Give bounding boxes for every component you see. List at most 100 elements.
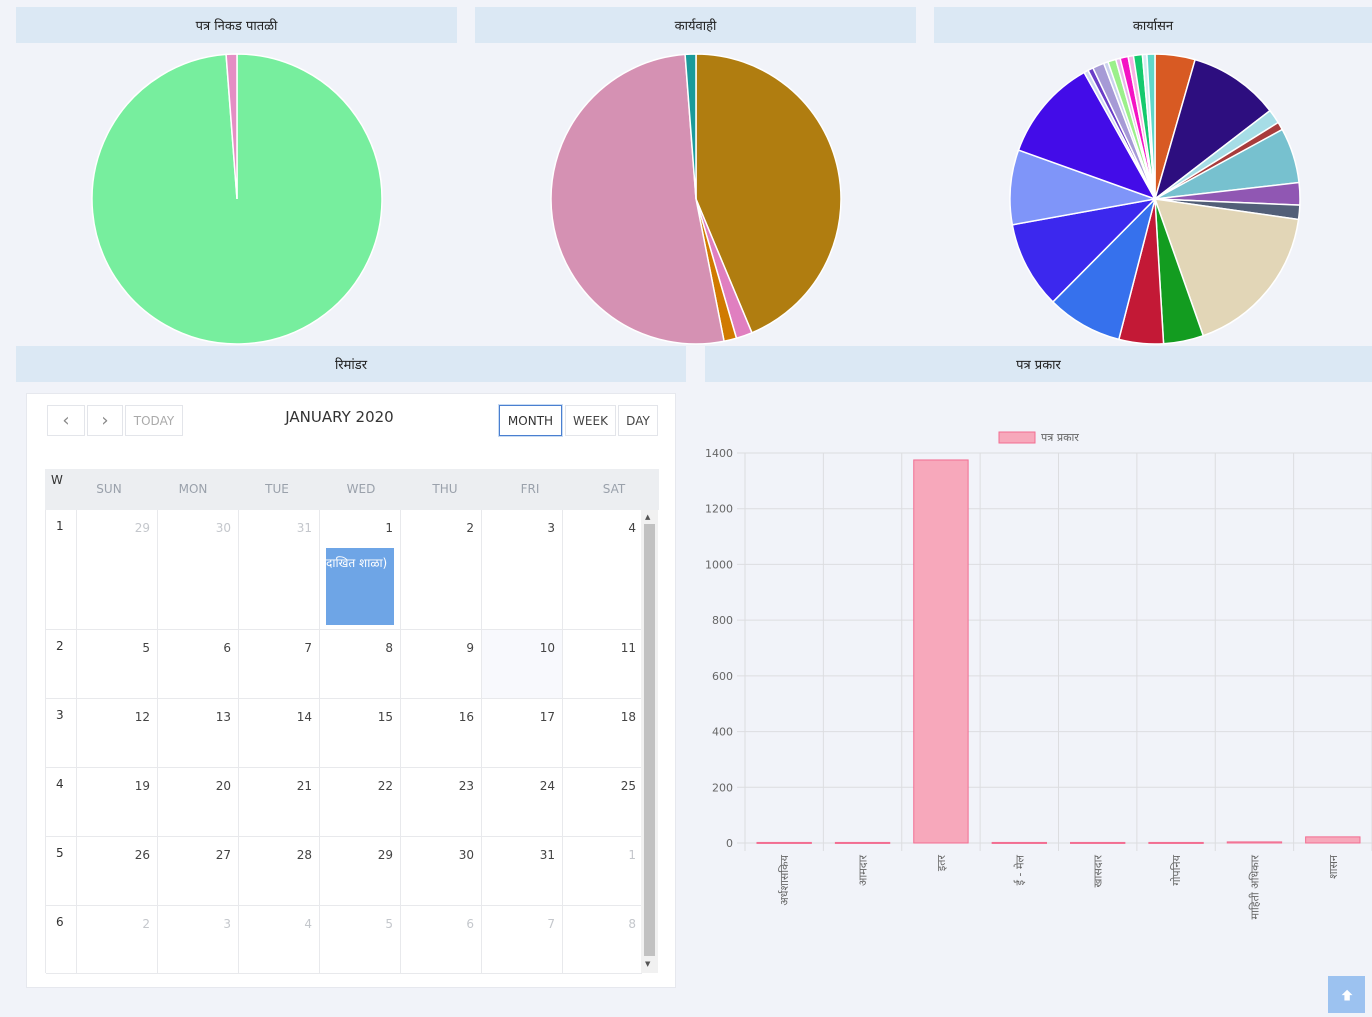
bar[interactable] (1070, 841, 1126, 844)
calendar-day-cell[interactable]: 31 (238, 510, 319, 629)
calendar-day-cell[interactable]: 18 (562, 699, 643, 767)
next-button[interactable]: › (87, 405, 123, 436)
week-view-button[interactable]: WEEK (565, 405, 616, 436)
day-name: MON (178, 482, 208, 496)
pie3-header: कार्यासन (934, 7, 1372, 43)
calendar-day-cell[interactable]: 31 (481, 837, 562, 905)
x-tick-label: खासदार (1092, 855, 1105, 888)
y-tick-label: 600 (712, 670, 733, 683)
calendar-panel-title: रिमांडर (334, 358, 368, 373)
calendar-day-cell[interactable]: 1 (562, 837, 643, 905)
calendar-day-cell[interactable]: 13 (157, 699, 238, 767)
day-number: 8 (385, 641, 393, 655)
day-number: 5 (385, 917, 393, 931)
calendar-day-cell[interactable]: 23 (400, 768, 481, 836)
calendar-day-cell[interactable]: 30 (157, 510, 238, 629)
calendar-day-cell[interactable]: 9 (400, 630, 481, 698)
calendar-week-row: 5 26 27 28 29 30 31 1 (46, 837, 642, 906)
calendar-day-cell[interactable]: 28 (238, 837, 319, 905)
pie-chart-action[interactable] (549, 52, 843, 346)
scroll-top-button[interactable] (1328, 976, 1365, 1013)
calendar-day-cell[interactable]: 5 (76, 630, 157, 698)
calendar-day-cell[interactable]: 3 (157, 906, 238, 973)
bar[interactable] (1148, 841, 1204, 844)
calendar-day-cell[interactable]: 7 (481, 906, 562, 973)
week-label: WEEK (573, 413, 608, 428)
calendar-day-cell[interactable]: 3 (481, 510, 562, 629)
day-number: 6 (466, 917, 474, 931)
bar[interactable] (991, 841, 1047, 844)
day-number: 1 (628, 848, 636, 862)
day-number: 16 (458, 710, 474, 724)
bar[interactable] (756, 841, 812, 844)
calendar-day-cell[interactable]: 4 (562, 510, 643, 629)
week-number: 6 (56, 915, 64, 929)
day-number: 10 (539, 641, 555, 655)
calendar-day-cell[interactable]: 29 (76, 510, 157, 629)
day-number: 4 (628, 521, 636, 535)
calendar-day-cell[interactable]: 26 (76, 837, 157, 905)
calendar-day-cell[interactable]: 14 (238, 699, 319, 767)
calendar-day-cell[interactable]: 16 (400, 699, 481, 767)
day-view-button[interactable]: DAY (618, 405, 658, 436)
calendar-grid: 1 29 30 31 1 दाखित शाळा) 2 3 4 2 5 6 7 8 9 10 11 3 12 13 14 1… (45, 510, 643, 974)
calendar-day-cell[interactable]: 6 (400, 906, 481, 973)
calendar-day-cell[interactable]: 15 (319, 699, 400, 767)
calendar-day-cell[interactable]: 24 (481, 768, 562, 836)
scroll-down-icon[interactable]: ▼ (645, 960, 650, 968)
legend-label[interactable]: पत्र प्रकार (1041, 431, 1079, 444)
today-button[interactable]: TODAY (125, 405, 183, 436)
calendar-event[interactable]: दाखित शाळा) (326, 548, 394, 625)
x-tick-label: अर्धशासकिय (778, 854, 791, 905)
calendar-day-cell[interactable]: 17 (481, 699, 562, 767)
calendar-day-cell[interactable]: 25 (562, 768, 643, 836)
bar[interactable] (913, 459, 969, 844)
week-number: 2 (56, 639, 64, 653)
pie-chart-desk[interactable] (1008, 52, 1302, 346)
month-view-button[interactable]: MONTH (499, 405, 562, 436)
calendar-day-cell[interactable]: 1 दाखित शाळा) (319, 510, 400, 629)
y-tick-label: 400 (712, 726, 733, 739)
day-number: 12 (134, 710, 150, 724)
day-name: SAT (602, 482, 626, 496)
bar-chart-letter-type[interactable]: 0 200 400 600 800 1000 1200 1400 अर्धशासकिय आमदार… (700, 420, 1372, 950)
day-number: 11 (620, 641, 636, 655)
day-number: 15 (377, 710, 393, 724)
bar[interactable] (834, 841, 891, 844)
calendar-day-cell[interactable]: 7 (238, 630, 319, 698)
calendar-day-cell[interactable]: 11 (562, 630, 643, 698)
calendar-scrollbar[interactable]: ▲ ▼ (641, 510, 658, 973)
calendar-day-cell[interactable]: 29 (319, 837, 400, 905)
calendar-day-cell[interactable]: 5 (319, 906, 400, 973)
day-number: 29 (377, 848, 393, 862)
calendar-day-cell[interactable]: 30 (400, 837, 481, 905)
calendar-day-cell[interactable]: 8 (562, 906, 643, 973)
day-number: 26 (134, 848, 150, 862)
calendar-day-cell[interactable]: 4 (238, 906, 319, 973)
pie-chart-urgency[interactable] (90, 52, 384, 346)
scroll-up-icon[interactable]: ▲ (645, 513, 650, 521)
scrollbar-thumb[interactable] (644, 524, 655, 956)
day-name: THU (432, 482, 458, 496)
bar[interactable] (1226, 841, 1283, 844)
calendar-day-cell[interactable]: 12 (76, 699, 157, 767)
day-number: 3 (223, 917, 231, 931)
calendar-day-cell[interactable]: 21 (238, 768, 319, 836)
prev-button[interactable]: ‹ (47, 405, 85, 436)
calendar-header: रिमांडर (16, 346, 686, 382)
calendar-day-cell[interactable]: 20 (157, 768, 238, 836)
calendar-day-cell[interactable]: 19 (76, 768, 157, 836)
calendar-day-cell[interactable]: 2 (400, 510, 481, 629)
calendar-day-cell[interactable]: 10 (481, 630, 562, 698)
week-number: 4 (56, 777, 64, 791)
day-number: 23 (458, 779, 474, 793)
bar[interactable] (1305, 836, 1361, 844)
day-number: 17 (539, 710, 555, 724)
calendar-day-cell[interactable]: 27 (157, 837, 238, 905)
calendar-day-cell[interactable]: 6 (157, 630, 238, 698)
day-number: 4 (304, 917, 312, 931)
calendar-day-cell[interactable]: 2 (76, 906, 157, 973)
calendar-day-cell[interactable]: 22 (319, 768, 400, 836)
week-number: 5 (56, 846, 64, 860)
calendar-day-cell[interactable]: 8 (319, 630, 400, 698)
